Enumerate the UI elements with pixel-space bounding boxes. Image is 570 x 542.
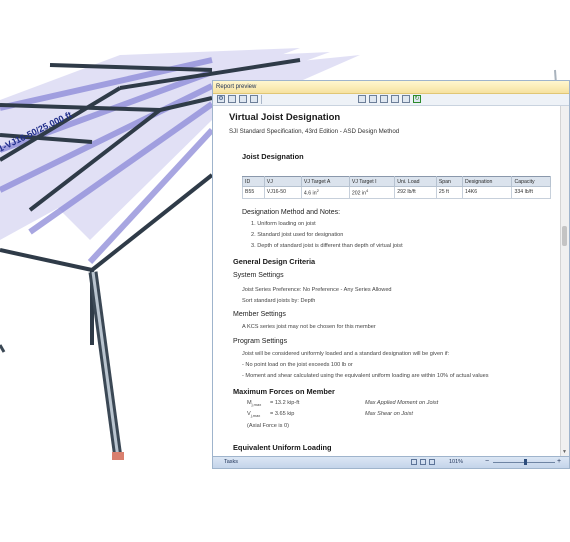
force-value: = 13.2 kip-ft bbox=[270, 400, 300, 406]
table-header: ID bbox=[242, 176, 265, 187]
force-value: = 3.65 kip bbox=[270, 411, 295, 417]
equivalent-loading-heading: Equivalent Uniform Loading bbox=[233, 443, 332, 452]
force-symbol: Mj,max bbox=[247, 400, 262, 408]
report-title: Virtual Joist Designation bbox=[229, 112, 341, 123]
note-item: 3. Depth of standard joist is different … bbox=[251, 243, 403, 249]
table-cell-span: 25 ft bbox=[435, 186, 463, 199]
report-content: Virtual Joist Designation SJI Standard S… bbox=[213, 106, 560, 456]
zoom-out-small-icon[interactable]: − bbox=[485, 458, 489, 465]
program-setting-line: Joist will be considered uniformly loade… bbox=[242, 351, 450, 357]
table-header: Designation bbox=[461, 176, 513, 187]
save-icon[interactable] bbox=[228, 95, 236, 103]
table-cell-designation: 14K6 bbox=[461, 186, 513, 199]
print-icon[interactable] bbox=[239, 95, 247, 103]
table-cell-capacity: 334 lb/ft bbox=[511, 186, 551, 199]
program-settings-heading: Program Settings bbox=[233, 338, 288, 345]
method-heading: Designation Method and Notes: bbox=[242, 209, 341, 216]
export-icon[interactable] bbox=[250, 95, 258, 103]
joist-table: ID VJ VJ Target A VJ Target I Uni. Load … bbox=[242, 176, 551, 199]
table-header: VJ Target A bbox=[300, 176, 350, 187]
general-criteria-heading: General Design Criteria bbox=[233, 257, 316, 266]
window-title-bar[interactable]: Report preview bbox=[213, 81, 569, 94]
table-header: VJ Target I bbox=[348, 176, 396, 187]
table-cell-vj: VJ16-50 bbox=[263, 186, 302, 199]
system-setting-line: Joist Series Preference: No Preference -… bbox=[242, 287, 392, 293]
force-symbol: Vj,max bbox=[247, 411, 261, 419]
zoom-in-icon[interactable] bbox=[369, 95, 377, 103]
table-header: Span bbox=[435, 176, 463, 187]
table-header: Uni. Load bbox=[394, 176, 437, 187]
force-description: Max Shear on Joist bbox=[365, 411, 413, 417]
report-toolbar: ⚙ ↻ bbox=[213, 94, 569, 106]
system-setting-line: Sort standard joists by: Depth bbox=[242, 298, 316, 304]
table-header: Capacity bbox=[511, 176, 551, 187]
force-description: Max Applied Moment on Joist bbox=[365, 400, 439, 406]
table-cell-target-i: 202 in4 bbox=[348, 186, 396, 199]
tasks-button[interactable]: Tasks bbox=[224, 459, 238, 465]
zoom-in-small-icon[interactable]: + bbox=[557, 458, 561, 465]
vertical-scrollbar[interactable]: ▼ bbox=[560, 106, 569, 456]
member-setting-line: A KCS series joist may not be chosen for… bbox=[242, 324, 376, 330]
window-title: Report preview bbox=[216, 84, 257, 90]
zoom-out-icon[interactable] bbox=[358, 95, 366, 103]
page-first-icon[interactable] bbox=[380, 95, 388, 103]
member-settings-heading: Member Settings bbox=[233, 311, 286, 318]
refresh-icon[interactable]: ↻ bbox=[413, 95, 421, 103]
page-layout-icon[interactable] bbox=[411, 459, 417, 465]
zoom-slider-handle[interactable] bbox=[524, 459, 527, 465]
status-bar: Tasks 101% − + bbox=[213, 456, 569, 468]
multi-page-icon[interactable] bbox=[429, 459, 435, 465]
scroll-thumb[interactable] bbox=[562, 226, 567, 246]
report-preview-window[interactable]: Report preview ⚙ ↻ Virtual Joist Designa… bbox=[212, 80, 570, 469]
settings-icon[interactable]: ⚙ bbox=[217, 95, 225, 103]
axial-note: (Axial Force is 0) bbox=[247, 423, 289, 429]
note-item: 1. Uniform loading on joist bbox=[251, 221, 316, 227]
column-base bbox=[112, 452, 124, 460]
table-header: VJ bbox=[263, 176, 302, 187]
page-view-icon[interactable] bbox=[402, 95, 410, 103]
table-cell-load: 292 lb/ft bbox=[394, 186, 437, 199]
table-row: B55 VJ16-50 4.6 in2 202 in4 292 lb/ft 25… bbox=[242, 186, 551, 199]
table-cell-id: B55 bbox=[242, 186, 265, 199]
zoom-level: 101% bbox=[449, 459, 464, 465]
scroll-down-icon[interactable]: ▼ bbox=[562, 449, 567, 455]
joist-designation-heading: Joist Designation bbox=[242, 152, 304, 161]
program-setting-line: - Moment and shear calculated using the … bbox=[242, 373, 489, 379]
system-settings-heading: System Settings bbox=[233, 272, 284, 279]
single-page-icon[interactable] bbox=[420, 459, 426, 465]
report-subtitle: SJI Standard Specification, 43rd Edition… bbox=[229, 128, 400, 135]
page-last-icon[interactable] bbox=[391, 95, 399, 103]
table-cell-target-a: 4.6 in2 bbox=[300, 186, 350, 199]
note-item: 2. Standard joist used for designation bbox=[251, 232, 344, 238]
max-forces-heading: Maximum Forces on Member bbox=[233, 387, 335, 396]
program-setting-line: - No point load on the joist exceeds 100… bbox=[242, 362, 353, 368]
